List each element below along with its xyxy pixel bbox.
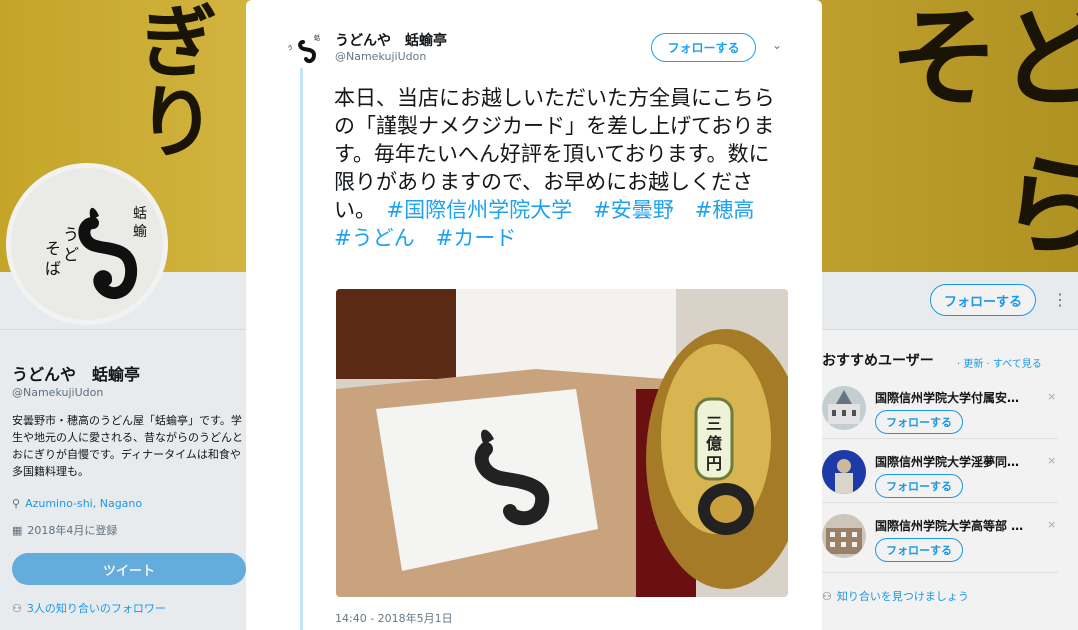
photo-image: 三 億 円 xyxy=(336,289,788,597)
tweet-photo[interactable]: 三 億 円 xyxy=(336,289,788,597)
hashtag[interactable]: #安曇野 xyxy=(593,198,674,222)
tweet-author-handle[interactable]: @NamekujiUdon xyxy=(335,50,426,63)
tweet-follow-button[interactable]: フォローする xyxy=(651,33,756,62)
hashtag[interactable]: #カード xyxy=(436,226,517,250)
thread-line xyxy=(300,66,303,630)
svg-text:円: 円 xyxy=(706,454,722,473)
svg-text:三: 三 xyxy=(706,414,722,433)
hashtag[interactable]: #うどん xyxy=(334,226,415,250)
chevron-down-icon[interactable]: ⌄ xyxy=(772,38,782,52)
slug-logo-icon: う 蛞 xyxy=(287,34,320,64)
tweet-text: 本日、当店にお越しいただいた方全員にこちらの「謹製ナメクジカード」を差し上げてお… xyxy=(334,84,784,252)
tweet-avatar[interactable]: う 蛞 xyxy=(283,28,323,68)
tweet-author-name[interactable]: うどんや 蛞蝓亭 xyxy=(335,30,447,50)
svg-text:う: う xyxy=(287,45,293,52)
hashtag[interactable]: #国際信州学院大学 xyxy=(387,198,573,222)
svg-text:蛞: 蛞 xyxy=(314,34,320,42)
svg-text:億: 億 xyxy=(706,434,722,453)
tweet-timestamp[interactable]: 14:40 - 2018年5月1日 xyxy=(335,610,453,626)
hashtag[interactable]: #穂高 xyxy=(695,198,755,222)
